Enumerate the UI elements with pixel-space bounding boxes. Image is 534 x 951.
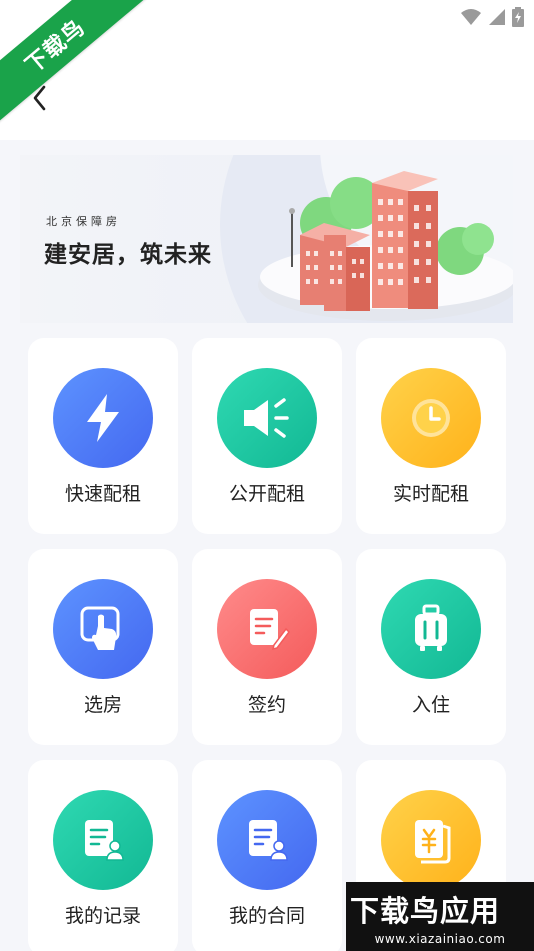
menu-item-label: 签约 (247, 694, 286, 716)
menu-item-select-house[interactable]: 选房 (28, 549, 178, 745)
menu-item-label: 公开配租 (228, 483, 305, 505)
menu-item-public-rent[interactable]: 公开配租 (192, 338, 342, 534)
signal-icon (489, 9, 505, 25)
luggage-icon (381, 579, 481, 679)
clock-icon (381, 368, 481, 468)
menu-item-realtime-rent[interactable]: 实时配租 (356, 338, 506, 534)
menu-item-sign[interactable]: 签约 (192, 549, 342, 745)
menu-item-my-contracts[interactable]: 我的合同 (192, 760, 342, 951)
buildings-illustration (258, 171, 513, 321)
promo-banner[interactable]: 北京保障房 建安居，筑未来 (20, 155, 513, 323)
sign-document-icon (217, 579, 317, 679)
touch-select-icon (53, 579, 153, 679)
record-icon (53, 790, 153, 890)
menu-item-label: 我的合同 (228, 905, 305, 927)
menu-item-label: 我的记录 (64, 905, 141, 927)
watermark-title: 下载鸟应用 (350, 894, 501, 928)
menu-item-label: 实时配租 (392, 483, 469, 505)
contract-icon (217, 790, 317, 890)
menu-item-label: 快速配租 (64, 483, 141, 505)
menu-item-move-in[interactable]: 入住 (356, 549, 506, 745)
speaker-icon (217, 368, 317, 468)
battery-icon (512, 7, 524, 27)
menu-item-quick-rent[interactable]: 快速配租 (28, 338, 178, 534)
wifi-icon (461, 9, 481, 25)
watermark-url: www.xiazainiao.com (374, 932, 506, 946)
lightning-icon (53, 368, 153, 468)
menu-item-label: 入住 (411, 694, 450, 716)
menu-item-my-records[interactable]: 我的记录 (28, 760, 178, 951)
payment-icon (381, 790, 481, 890)
status-bar (460, 6, 524, 28)
menu-item-label: 选房 (83, 694, 122, 716)
watermark-badge: 下载鸟应用 www.xiazainiao.com (346, 882, 534, 951)
